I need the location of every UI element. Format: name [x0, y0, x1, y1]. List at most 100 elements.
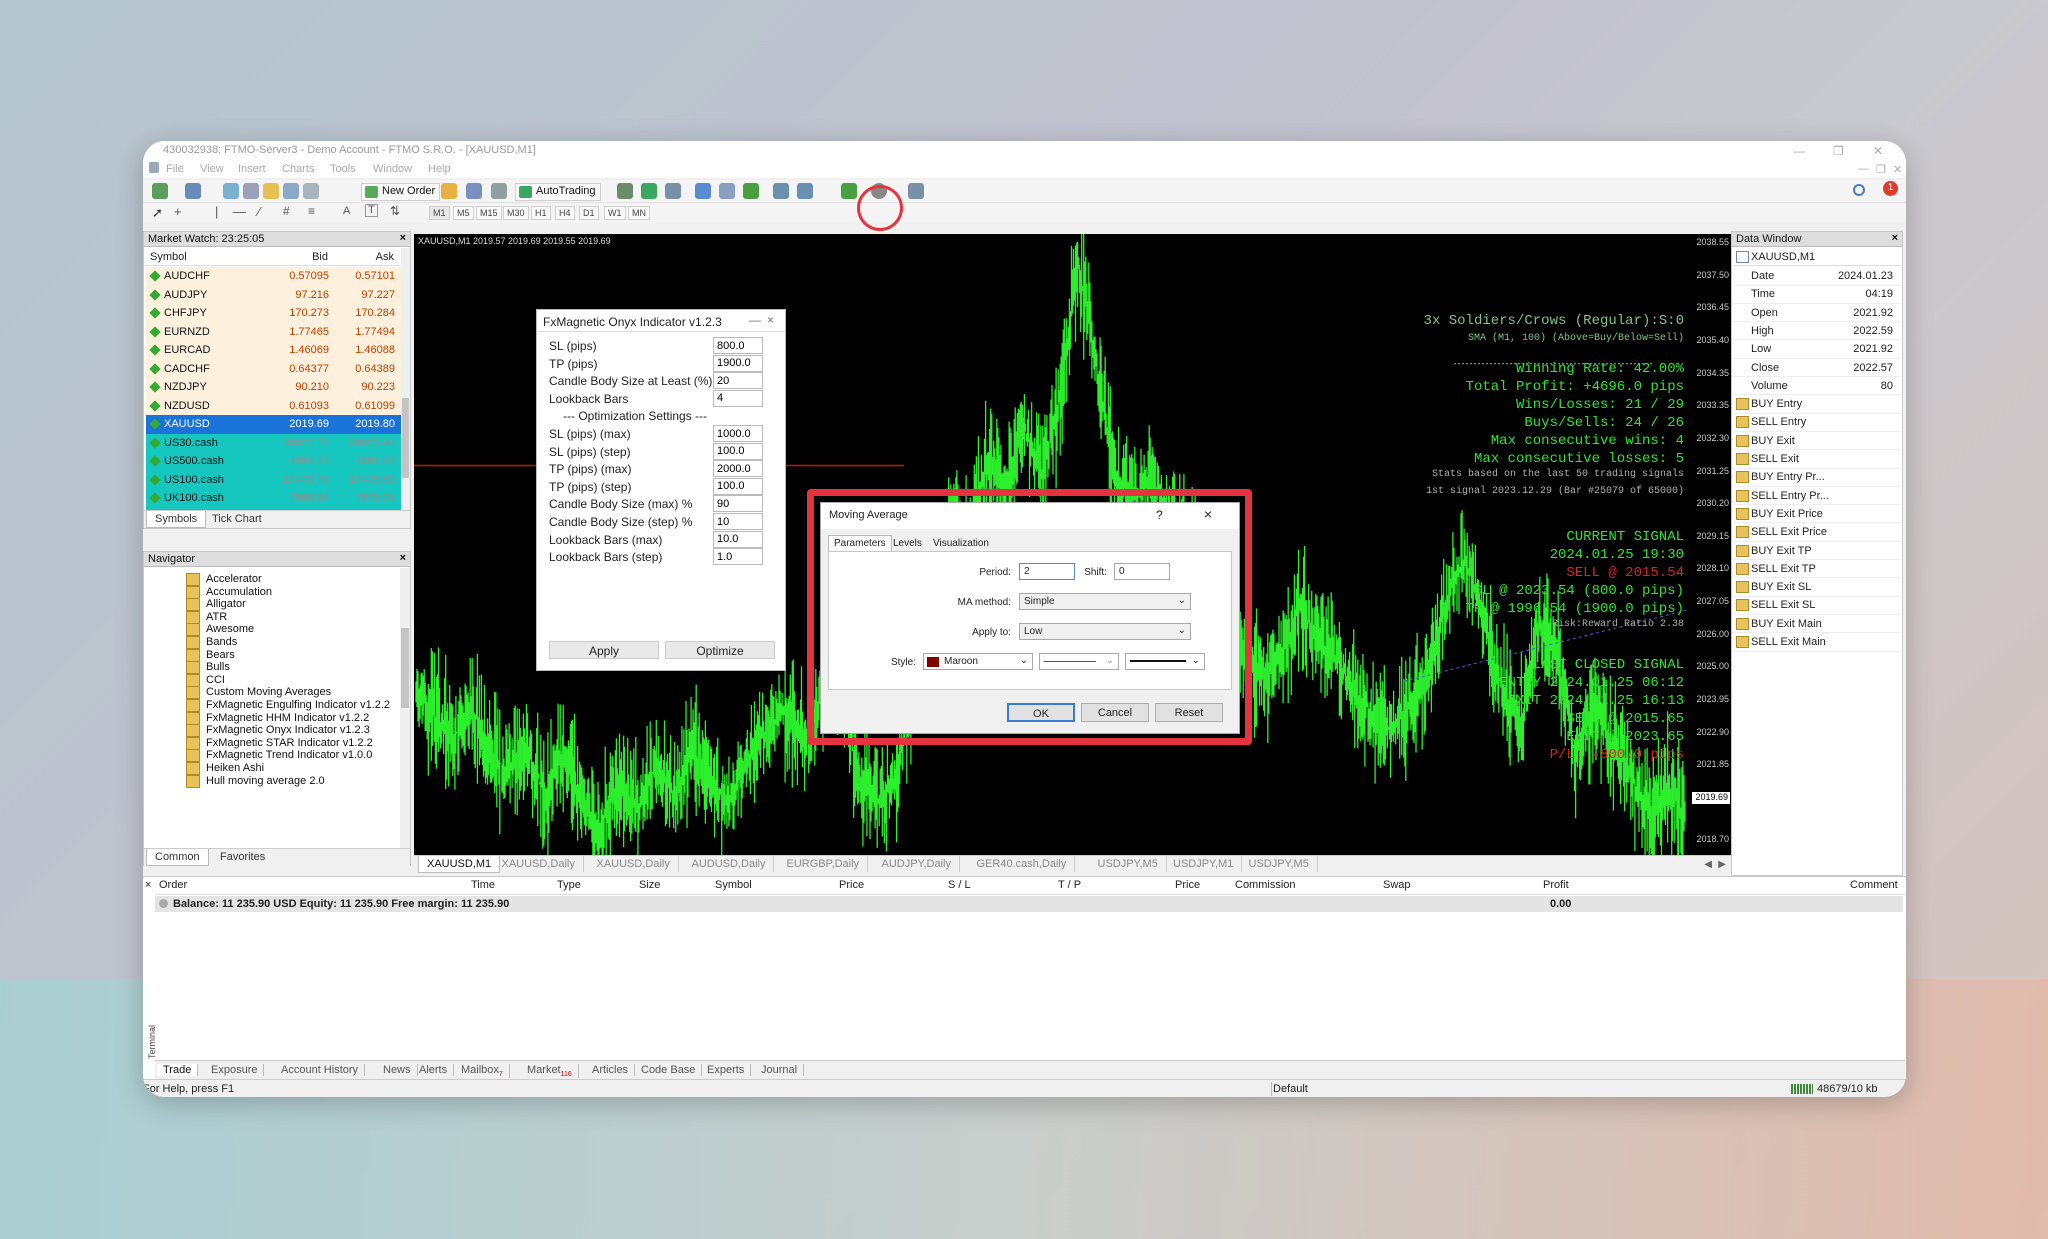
tab-alerts[interactable]: Alerts	[413, 1064, 455, 1076]
navigator-icon[interactable]	[263, 183, 279, 199]
color-select[interactable]: Maroon ⌄	[923, 653, 1033, 670]
tab-account-history[interactable]: Account History	[275, 1064, 366, 1076]
ma-close-icon[interactable]: ×	[1204, 506, 1212, 522]
tab-journal[interactable]: Journal	[755, 1064, 805, 1076]
param-input[interactable]	[713, 495, 763, 513]
column-commission[interactable]: Commission	[1235, 879, 1296, 891]
tile-windows-icon[interactable]	[743, 183, 759, 199]
cancel-button[interactable]: Cancel	[1081, 703, 1149, 722]
channel-icon[interactable]: #	[283, 204, 290, 218]
help-button[interactable]: ?	[1156, 508, 1163, 522]
market-watch-row[interactable]: CHFJPY 170.273 170.284	[146, 304, 401, 323]
param-input[interactable]	[713, 337, 763, 354]
navigator-item[interactable]: Bears	[186, 648, 235, 662]
tab-articles[interactable]: Articles	[586, 1064, 636, 1076]
close-window-button[interactable]: ✕	[1873, 144, 1883, 158]
tab-levels[interactable]: Levels	[888, 537, 927, 550]
chart-shift-icon[interactable]	[773, 183, 789, 199]
market-watch-close-icon[interactable]: ×	[400, 232, 406, 244]
autotrading-button[interactable]: AutoTrading	[515, 183, 601, 201]
trendline-icon[interactable]: ∕	[258, 204, 260, 219]
tab-market[interactable]: Market116	[521, 1064, 579, 1079]
optimize-button[interactable]: Optimize	[665, 641, 775, 659]
apply-to-select[interactable]: Low ⌄	[1019, 623, 1191, 640]
market-watch-row[interactable]: CADCHF 0.64377 0.64389	[146, 359, 401, 378]
navigator-item[interactable]: FxMagnetic STAR Indicator v1.2.2	[186, 736, 373, 750]
param-input[interactable]	[713, 548, 763, 566]
scrollbar-thumb[interactable]	[402, 398, 409, 478]
timeframe-w1[interactable]: W1	[604, 206, 626, 220]
market-watch-row[interactable]: US100.cash 17473.70 17475.50	[146, 470, 401, 489]
navigator-item[interactable]: FxMagnetic Trend Indicator v1.0.0	[186, 749, 372, 763]
templates-icon[interactable]	[908, 183, 924, 199]
tab-parameters[interactable]: Parameters	[828, 535, 892, 551]
menu-file[interactable]: File	[166, 163, 184, 175]
menu-tools[interactable]: Tools	[330, 163, 356, 175]
navigator-item[interactable]: FxMagnetic HHM Indicator v1.2.2	[186, 711, 369, 725]
navigator-item[interactable]: Bands	[186, 636, 237, 649]
navigator-item[interactable]: CCI	[186, 673, 225, 687]
param-input[interactable]	[713, 460, 763, 478]
column-order[interactable]: Order	[159, 879, 187, 891]
mdi-minimize-button[interactable]: —	[1858, 163, 1869, 175]
param-input[interactable]	[713, 513, 763, 530]
chart-tab[interactable]: USDJPY,M5	[1090, 856, 1167, 872]
tab-favorites[interactable]: Favorites	[212, 849, 273, 865]
navigator-item[interactable]: Hull moving average 2.0	[186, 774, 325, 788]
reset-button[interactable]: Reset	[1155, 703, 1223, 722]
line-style-select[interactable]: ⌄	[1039, 653, 1119, 670]
param-input[interactable]	[713, 354, 763, 372]
timeframe-m15[interactable]: M15	[476, 206, 502, 220]
terminal-close-icon[interactable]: ×	[145, 879, 151, 891]
column-time[interactable]: Time	[471, 879, 495, 891]
tester-icon[interactable]	[303, 183, 319, 199]
column-sl[interactable]: S / L	[948, 879, 971, 891]
navigator-item[interactable]: ATR	[186, 610, 227, 624]
candlestick-icon[interactable]	[641, 183, 657, 199]
shift-input[interactable]: 0	[1114, 563, 1170, 580]
market-watch-row[interactable]: XAUUSD 2019.69 2019.80	[146, 415, 401, 434]
tab-common[interactable]: Common	[146, 849, 209, 866]
param-input[interactable]	[713, 477, 763, 495]
label-icon[interactable]: T	[365, 204, 378, 217]
new-chart-icon[interactable]	[152, 183, 168, 199]
navigator-scrollbar[interactable]	[400, 568, 410, 848]
menu-help[interactable]: Help	[428, 163, 451, 175]
chart-tab[interactable]: GER40.cash,Daily	[969, 856, 1076, 872]
scrollbar-thumb[interactable]	[401, 628, 409, 708]
chart-tab[interactable]: EURGBP,Daily	[779, 856, 869, 872]
navigator-item[interactable]: FxMagnetic Engulfing Indicator v1.2.2	[186, 699, 390, 712]
column-close-price[interactable]: Price	[1175, 879, 1200, 891]
market-watch-row[interactable]: UK100.cash 7569.84 7575.94	[146, 489, 401, 508]
navigator-item[interactable]: FxMagnetic Onyx Indicator v1.2.3	[186, 724, 370, 738]
navigator-item[interactable]: Bulls	[186, 661, 230, 675]
menu-window[interactable]: Window	[373, 163, 412, 175]
indicator-close-icon[interactable]: ×	[767, 313, 774, 327]
indicator-minimize-icon[interactable]: —	[749, 313, 761, 327]
fibonacci-icon[interactable]: ≡	[308, 204, 315, 218]
menu-view[interactable]: View	[200, 163, 224, 175]
line-chart-icon[interactable]	[665, 183, 681, 199]
metaeditor-icon[interactable]	[441, 183, 457, 199]
profiles-icon[interactable]	[185, 183, 201, 199]
search-icon[interactable]	[1853, 184, 1865, 196]
autoscroll-icon[interactable]	[797, 183, 813, 199]
ok-button[interactable]: OK	[1007, 703, 1075, 722]
chart-tab[interactable]: AUDUSD,Daily	[684, 856, 775, 872]
restore-button[interactable]: ❐	[1833, 144, 1844, 158]
mdi-restore-button[interactable]: ❐	[1876, 163, 1886, 176]
tab-visualization[interactable]: Visualization	[928, 537, 994, 550]
text-icon[interactable]: A	[343, 205, 350, 217]
indicators-icon[interactable]	[841, 183, 857, 199]
crosshair-icon[interactable]: +	[174, 204, 182, 219]
arrows-icon[interactable]: ⇅	[390, 204, 400, 218]
navigator-item[interactable]: Awesome	[186, 623, 254, 637]
column-price[interactable]: Price	[839, 879, 864, 891]
timeframe-m1[interactable]: M1	[429, 206, 450, 220]
market-watch-row[interactable]: AUDCHF 0.57095 0.57101	[146, 267, 401, 286]
param-input[interactable]	[713, 425, 763, 442]
chart-tab[interactable]: XAUUSD,Daily	[589, 856, 679, 872]
menu-charts[interactable]: Charts	[282, 163, 314, 175]
navigator-item[interactable]: Custom Moving Averages	[186, 686, 331, 700]
column-symbol[interactable]: Symbol	[150, 251, 187, 263]
